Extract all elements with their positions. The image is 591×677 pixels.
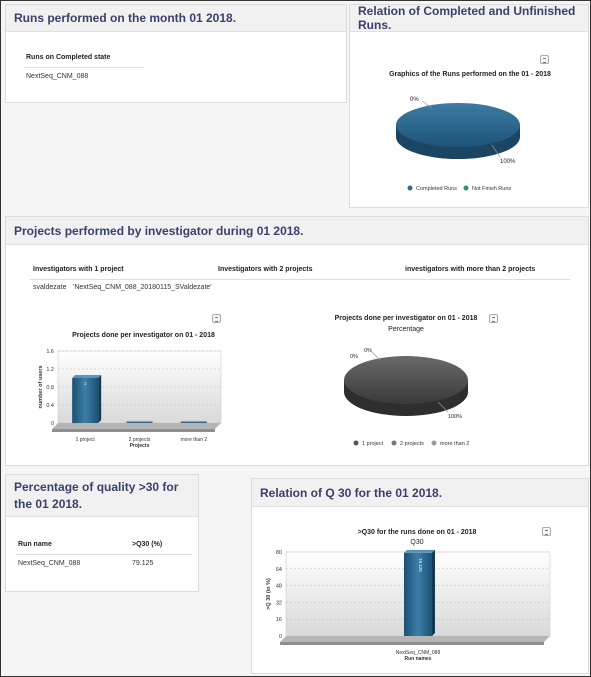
col-1-project: Investigators with 1 project bbox=[33, 266, 124, 273]
bar-side bbox=[98, 375, 102, 423]
pie2-legend-dot-2 bbox=[391, 440, 397, 446]
bar-side bbox=[432, 549, 435, 636]
projects-pie-chart: 0% 0% 100% 1 project 2 projects more tha… bbox=[344, 348, 469, 447]
bar-value-label: 79.125 bbox=[418, 558, 423, 572]
y-tick-label: 0 bbox=[279, 634, 282, 640]
pie2-legend-2-projects[interactable]: 2 projects bbox=[400, 441, 424, 447]
investigator-name: svaldezate bbox=[33, 284, 67, 291]
pie2-label-b: 0% bbox=[350, 354, 358, 360]
projects-bar-chart: 00.40.81.21.6number of users 11 project 2 … bbox=[38, 349, 222, 449]
pie2-legend-more-than-2[interactable]: more than 2 bbox=[440, 441, 469, 447]
projects-panel: Projects performed by investigator durin… bbox=[5, 216, 589, 466]
y-tick-label: 48 bbox=[276, 584, 282, 590]
pie-chart-subtitle: Percentage bbox=[388, 326, 424, 333]
y-axis-label: >Q 30 (in %) bbox=[266, 578, 272, 610]
relation-pie-chart: 0% 100% Completed Runs Not Finish Runs bbox=[396, 97, 520, 192]
quality-table-rule bbox=[16, 554, 192, 555]
y-tick-label: 1.2 bbox=[46, 367, 54, 373]
q30-bar-chart: 01632486480>Q 30 (in %)79.125NextSeq_CNM… bbox=[266, 549, 551, 662]
col-2-projects: Investigators with 2 projects bbox=[218, 266, 313, 273]
bar-top bbox=[72, 375, 102, 378]
legend-dot-completed bbox=[407, 185, 413, 191]
x-axis-label: Projects bbox=[130, 443, 150, 449]
runs-table-header: Runs on Completed state bbox=[26, 54, 111, 61]
pie-label-0: 0% bbox=[410, 97, 419, 103]
quality-header-run: Run name bbox=[18, 541, 52, 548]
y-tick-label: 0.4 bbox=[46, 403, 54, 409]
x-tick-label: 1 project bbox=[76, 437, 96, 443]
pie2-legend-1-project[interactable]: 1 project bbox=[362, 441, 384, 447]
y-tick-label: 64 bbox=[276, 567, 282, 573]
x-tick-label: more than 2 bbox=[180, 437, 207, 443]
projects-table-rule bbox=[30, 279, 570, 280]
quality-panel: Percentage of quality >30 for the 01 201… bbox=[5, 474, 199, 592]
q30-panel: Relation of Q 30 for the 01 2018. >Q30 f… bbox=[251, 478, 589, 674]
legend-not-finish[interactable]: Not Finish Runs bbox=[472, 186, 511, 192]
y-tick-label: 0 bbox=[51, 421, 54, 427]
pie-chart-title: Projects done per investigator on 01 - 2… bbox=[334, 315, 478, 322]
relation-chart-title: Graphics of the Runs performed on the 01… bbox=[389, 71, 551, 78]
pie2-slice-1-project[interactable] bbox=[344, 356, 468, 404]
pie2-label-c: 100% bbox=[448, 414, 462, 420]
chart-menu-button[interactable] bbox=[540, 55, 549, 64]
pie2-label-a: 0% bbox=[364, 348, 372, 354]
relation-panel: Relation of Completed and Unfinished Run… bbox=[349, 4, 589, 208]
runs-panel: Runs performed on the month 01 2018. Run… bbox=[5, 4, 347, 103]
y-tick-label: 32 bbox=[276, 600, 282, 606]
plot-floor-edge bbox=[280, 642, 544, 645]
q30-chart-subtitle: Q30 bbox=[410, 539, 424, 546]
relation-panel-title: Relation of Completed and Unfinished Run… bbox=[350, 4, 588, 32]
projects-panel-title: Projects performed by investigator durin… bbox=[6, 217, 588, 245]
quality-cell-run: NextSeq_CNM_088 bbox=[18, 560, 81, 567]
y-tick-label: 1.6 bbox=[46, 349, 54, 355]
q30-panel-title: Relation of Q 30 for the 01 2018. bbox=[252, 479, 588, 507]
y-axis-label: number of users bbox=[38, 365, 44, 408]
pie2-legend-dot-1 bbox=[353, 440, 359, 446]
bar-chart-title: Projects done per investigator on 01 - 2… bbox=[72, 332, 215, 339]
plot-floor bbox=[280, 636, 550, 642]
dashboard-frame: Runs performed on the month 01 2018. Run… bbox=[0, 0, 591, 677]
runs-table-rule bbox=[24, 67, 144, 68]
quality-cell-q30: 79.125 bbox=[132, 560, 154, 567]
runs-table-cell: NextSeq_CNM_088 bbox=[26, 73, 89, 80]
plot-floor-edge bbox=[52, 429, 215, 432]
quality-panel-title: Percentage of quality >30 for the 01 201… bbox=[6, 475, 198, 517]
bar bbox=[180, 421, 207, 423]
pie-slice-completed[interactable] bbox=[396, 103, 520, 147]
bar bbox=[404, 552, 432, 636]
investigator-project: 'NextSeq_CNM_088_20180115_SValdezate' bbox=[73, 284, 212, 291]
pie2-legend-dot-3 bbox=[431, 440, 437, 446]
q30-chart-menu-button[interactable] bbox=[542, 527, 551, 536]
legend-completed[interactable]: Completed Runs bbox=[416, 186, 457, 192]
bar bbox=[126, 421, 153, 423]
quality-header-q30: >Q30 (%) bbox=[132, 541, 163, 548]
runs-panel-title: Runs performed on the month 01 2018. bbox=[6, 5, 346, 32]
legend-dot-not-finish bbox=[463, 185, 469, 191]
pie-label-100: 100% bbox=[500, 159, 516, 165]
y-tick-label: 80 bbox=[276, 550, 282, 556]
bar-top bbox=[404, 549, 435, 553]
y-tick-label: 0.8 bbox=[46, 385, 54, 391]
col-more-projects: investigators with more than 2 projects bbox=[405, 266, 536, 273]
x-axis-label: Run names bbox=[405, 656, 432, 662]
y-tick-label: 16 bbox=[276, 617, 282, 623]
plot-floor bbox=[52, 423, 221, 429]
q30-chart-title: >Q30 for the runs done on 01 - 2018 bbox=[357, 529, 477, 536]
bar-chart-menu-button[interactable] bbox=[212, 314, 221, 323]
